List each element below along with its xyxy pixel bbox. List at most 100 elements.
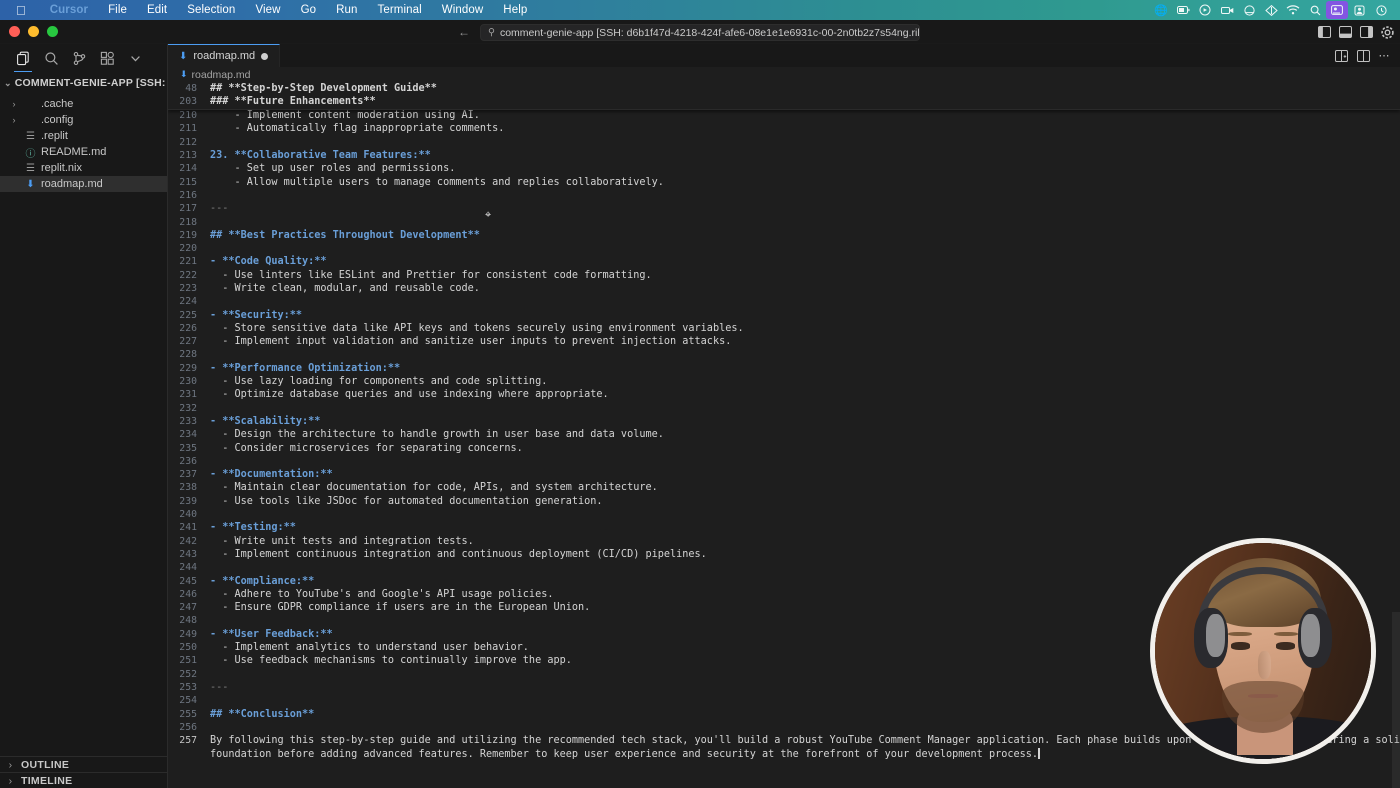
apple-icon[interactable]:  (16, 4, 26, 17)
open-changes-icon[interactable] (1356, 49, 1370, 62)
chevron-right-icon: › (8, 758, 13, 771)
menu-window[interactable]: Window (432, 4, 494, 16)
menu-file[interactable]: File (98, 4, 137, 16)
split-editor-icon[interactable] (1334, 49, 1348, 62)
file-tree-item-config[interactable]: › .config (0, 112, 167, 128)
close-window-button[interactable] (9, 26, 20, 37)
maximize-window-button[interactable] (47, 26, 58, 37)
command-center-search[interactable]: ⚲ comment-genie-app [SSH: d6b1f47d-4218-… (480, 24, 920, 41)
code-line-215[interactable]: 215 - Allow multiple users to manage com… (168, 175, 1400, 188)
chevron-right-icon: › (8, 774, 13, 787)
screen-record-icon[interactable] (1194, 1, 1216, 19)
code-line-239[interactable]: 239 - Use tools like JSDoc for automated… (168, 495, 1400, 508)
line-number: 216 (179, 189, 197, 201)
line-content: - Use tools like JSDoc for automated doc… (210, 495, 603, 507)
chip-icon[interactable] (1260, 1, 1282, 19)
tab-roadmap-md[interactable]: ⬇ roadmap.md (168, 44, 281, 67)
display-icon[interactable] (1238, 1, 1260, 19)
line-number: 233 (179, 415, 197, 427)
code-line-233[interactable]: 233 - **Scalability:** (168, 415, 1400, 428)
sticky-line-48[interactable]: 48 ## **Step-by-Step Development Guide** (168, 82, 1400, 95)
code-line-227[interactable]: 227 - Implement input validation and san… (168, 335, 1400, 348)
explorer-root-header[interactable]: ⌄ COMMENT-GENIE-APP [SSH: D6B1... (0, 72, 167, 94)
code-line-237[interactable]: 237 - **Documentation:** (168, 468, 1400, 481)
code-line-210[interactable]: 210 - Implement content moderation using… (168, 109, 1400, 122)
code-line-238[interactable]: 238 - Maintain clear documentation for c… (168, 481, 1400, 494)
file-tree-item-cache[interactable]: › .cache (0, 96, 167, 112)
code-line-229[interactable]: 229 - **Performance Optimization:** (168, 362, 1400, 375)
code-line-221[interactable]: 221 - **Code Quality:** (168, 255, 1400, 268)
menu-edit[interactable]: Edit (137, 4, 177, 16)
code-line-234[interactable]: 234 - Design the architecture to handle … (168, 428, 1400, 441)
account-icon[interactable] (1348, 1, 1370, 19)
menu-selection[interactable]: Selection (177, 4, 245, 16)
line-content: - **Compliance:** (210, 575, 315, 587)
code-line-223[interactable]: 223 - Write clean, modular, and reusable… (168, 282, 1400, 295)
search-icon[interactable] (38, 46, 64, 70)
code-line-226[interactable]: 226 - Store sensitive data like API keys… (168, 322, 1400, 335)
back-arrow-icon[interactable]: ← (458, 25, 470, 39)
video-icon[interactable] (1216, 1, 1238, 19)
code-line-214[interactable]: 214 - Set up user roles and permissions. (168, 162, 1400, 175)
menu-help[interactable]: Help (493, 4, 537, 16)
line-number: 249 (179, 628, 197, 640)
code-line-222[interactable]: 222 - Use linters like ESLint and Pretti… (168, 269, 1400, 282)
explorer-icon[interactable] (10, 46, 36, 72)
code-line-213[interactable]: 213 23. **Collaborative Team Features:** (168, 149, 1400, 162)
menu-terminal[interactable]: Terminal (368, 4, 432, 16)
file-tree-item-roadmap[interactable]: ⬇ roadmap.md (0, 176, 167, 192)
clock-icon[interactable] (1370, 1, 1392, 19)
menu-run[interactable]: Run (326, 4, 367, 16)
code-line-240[interactable]: 240 (168, 508, 1400, 521)
toggle-secondary-sidebar-icon[interactable] (1360, 26, 1373, 38)
file-tree-item-replit[interactable]: ☰ .replit (0, 128, 167, 144)
breadcrumb[interactable]: ⬇ roadmap.md (168, 67, 1400, 82)
code-line-211[interactable]: 211 - Automatically flag inappropriate c… (168, 122, 1400, 135)
wifi-icon[interactable] (1282, 1, 1304, 19)
file-tree-item-replit-nix[interactable]: ☰ replit.nix (0, 160, 167, 176)
code-line-228[interactable]: 228 (168, 348, 1400, 361)
code-line-225[interactable]: 225 - **Security:** (168, 308, 1400, 321)
webcam-eye-right (1275, 642, 1296, 650)
code-line-219[interactable]: 219 ## **Best Practices Throughout Develo… (168, 229, 1400, 242)
toggle-primary-sidebar-icon[interactable] (1318, 26, 1331, 38)
code-line-236[interactable]: 236 (168, 455, 1400, 468)
code-line-232[interactable]: 232 (168, 402, 1400, 415)
code-line-212[interactable]: 212 (168, 136, 1400, 149)
line-number: 222 (179, 269, 197, 281)
sticky-line-203[interactable]: 203 ### **Future Enhancements** (168, 95, 1400, 108)
code-line-220[interactable]: 220 (168, 242, 1400, 255)
code-line-241[interactable]: 241 - **Testing:** (168, 521, 1400, 534)
code-line-216[interactable]: 216 (168, 189, 1400, 202)
search-icon[interactable] (1304, 1, 1326, 19)
toggle-panel-icon[interactable] (1339, 26, 1352, 38)
minimize-window-button[interactable] (28, 26, 39, 37)
menu-cursor[interactable]: Cursor (40, 4, 98, 16)
code-line-224[interactable]: 224 (168, 295, 1400, 308)
menu-view[interactable]: View (245, 4, 290, 16)
line-content: - Implement analytics to understand user… (210, 642, 529, 654)
menu-go[interactable]: Go (291, 4, 327, 16)
customize-layout-icon[interactable] (1381, 25, 1394, 39)
chevron-down-icon[interactable] (122, 46, 148, 70)
unsaved-indicator[interactable] (261, 52, 269, 60)
code-line-231[interactable]: 231 - Optimize database queries and use … (168, 388, 1400, 401)
code-line-217[interactable]: 217 --- (168, 202, 1400, 215)
extensions-icon[interactable] (94, 46, 120, 70)
line-content: - Design the architecture to handle grow… (210, 429, 664, 441)
editor-scrollbar[interactable] (1392, 612, 1400, 788)
outline-panel-header[interactable]: › OUTLINE (0, 756, 167, 772)
battery-icon[interactable] (1172, 1, 1194, 19)
source-control-icon[interactable] (66, 46, 92, 70)
code-line-230[interactable]: 230 - Use lazy loading for components an… (168, 375, 1400, 388)
line-number: 242 (179, 535, 197, 547)
sticky-scroll-widget[interactable]: 48 ## **Step-by-Step Development Guide**… (168, 82, 1400, 110)
timeline-panel-header[interactable]: › TIMELINE (0, 772, 167, 788)
code-line-218[interactable]: 218 (168, 215, 1400, 228)
more-actions-icon[interactable]: ⋯ (1379, 49, 1392, 62)
control-center-icon[interactable] (1326, 1, 1348, 19)
code-line-235[interactable]: 235 - Consider microservices for separat… (168, 441, 1400, 454)
file-tree-item-readme[interactable]: ⓘ README.md (0, 144, 167, 160)
line-number: 230 (179, 376, 197, 388)
globe-icon[interactable]: 🌐 (1150, 1, 1172, 19)
